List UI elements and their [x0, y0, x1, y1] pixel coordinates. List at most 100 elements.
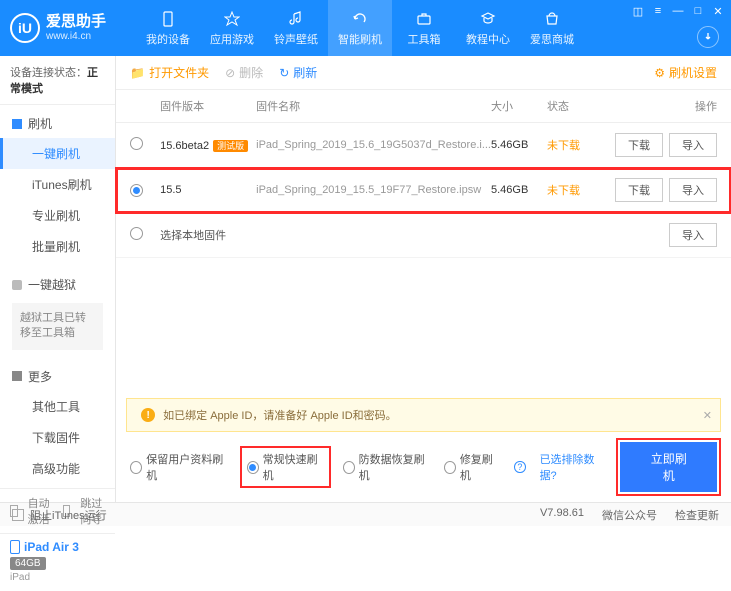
sidebar-item-itunes-flash[interactable]: iTunes刷机 [0, 169, 115, 200]
download-manager-icon[interactable] [697, 26, 719, 48]
nav-label: 教程中心 [466, 31, 510, 47]
nav-label: 智能刷机 [338, 31, 382, 47]
download-button[interactable]: 下载 [615, 178, 663, 202]
opt-normal-fast[interactable]: 常规快速刷机 [242, 448, 329, 486]
sidebar-item-download-firmware[interactable]: 下载固件 [0, 422, 115, 453]
opt-label: 常规快速刷机 [263, 451, 324, 483]
cell-status: 未下载 [547, 182, 597, 198]
cell-local-label: 选择本地固件 [160, 227, 325, 243]
opt-radio[interactable] [343, 461, 355, 474]
th-name: 固件名称 [256, 98, 491, 114]
tb-label: 打开文件夹 [149, 64, 209, 81]
download-button[interactable]: 下载 [615, 133, 663, 157]
local-firmware-row[interactable]: 选择本地固件 导入 [116, 213, 731, 258]
device-icon [10, 540, 20, 554]
conn-prefix: 设备连接状态： [10, 67, 87, 79]
sidebar: 设备连接状态：正常模式 刷机 一键刷机 iTunes刷机 专业刷机 批量刷机 一… [0, 56, 116, 502]
nav-label: 铃声壁纸 [274, 31, 318, 47]
sidebar-item-pro-flash[interactable]: 专业刷机 [0, 200, 115, 231]
th-ops: 操作 [597, 98, 717, 114]
flash-now-button[interactable]: 立即刷机 [620, 442, 717, 492]
sidebar-item-oneclick-flash[interactable]: 一键刷机 [0, 138, 115, 169]
group-label: 一键越狱 [28, 276, 76, 293]
folder-icon: 📁 [130, 66, 145, 80]
sidebar-group-more[interactable]: 更多 [0, 362, 115, 391]
toolbar: 📁 打开文件夹 ⊘删除 ↻ 刷新 ⚙刷机设置 [116, 56, 731, 90]
opt-radio[interactable] [130, 461, 142, 474]
nav-store[interactable]: 爱思商城 [520, 0, 584, 56]
row-radio[interactable] [130, 137, 143, 150]
device-panel[interactable]: iPad Air 3 64GB iPad [0, 533, 115, 591]
titlebar: iU 爱思助手 www.i4.cn 我的设备 应用游戏 铃声壁纸 智能刷机 工具… [0, 0, 731, 56]
opt-radio[interactable] [444, 461, 456, 474]
sidebar-group-jailbreak[interactable]: 一键越狱 [0, 270, 115, 299]
nav-my-device[interactable]: 我的设备 [136, 0, 200, 56]
minimize-icon[interactable]: — [671, 4, 685, 18]
opt-anti-recovery[interactable]: 防数据恢复刷机 [343, 451, 430, 483]
device-storage-badge: 64GB [10, 557, 46, 570]
refresh-icon: ↻ [279, 66, 289, 80]
cell-size: 5.46GB [491, 184, 547, 196]
nav-label: 应用游戏 [210, 31, 254, 47]
tb-label: 删除 [239, 64, 263, 81]
open-folder-button[interactable]: 📁 打开文件夹 [130, 64, 209, 81]
warning-icon: ! [141, 408, 155, 422]
device-type: iPad [10, 572, 105, 583]
firmware-row[interactable]: 15.6beta2测试版 iPad_Spring_2019_15.6_19G50… [116, 123, 731, 168]
nav-flash[interactable]: 智能刷机 [328, 0, 392, 56]
nav-label: 工具箱 [408, 31, 441, 47]
warning-text: 如已绑定 Apple ID，请准备好 Apple ID和密码。 [163, 407, 397, 423]
check-update-link[interactable]: 检查更新 [675, 507, 719, 523]
group-label: 更多 [28, 368, 52, 385]
main-panel: 📁打开文件夹 ⊘删除 ↻刷新 ⚙刷机设置 固件版本 固件名称 大小 状态 操作 … [116, 56, 731, 502]
row-radio[interactable] [130, 227, 143, 240]
delete-button[interactable]: ⊘删除 [225, 64, 263, 81]
brand-logo: iU 爱思助手 www.i4.cn [10, 13, 106, 43]
nav-apps[interactable]: 应用游戏 [200, 0, 264, 56]
refresh-button[interactable]: ↻ 刷新 [279, 64, 317, 81]
cell-name: iPad_Spring_2019_15.5_19F77_Restore.ipsw [256, 184, 491, 196]
close-icon[interactable]: ✕ [711, 4, 725, 18]
opt-keep-data[interactable]: 保留用户资料刷机 [130, 451, 227, 483]
nav-ringtones[interactable]: 铃声壁纸 [264, 0, 328, 56]
cell-size: 5.46GB [491, 139, 547, 151]
flash-settings-button[interactable]: ⚙刷机设置 [654, 64, 717, 81]
cell-version: 15.6beta2 [160, 140, 209, 152]
opt-radio[interactable] [247, 461, 259, 474]
sidebar-group-flash[interactable]: 刷机 [0, 109, 115, 138]
tb-label: 刷新 [293, 64, 317, 81]
jailbreak-moved-note: 越狱工具已转移至工具箱 [12, 303, 103, 350]
import-button[interactable]: 导入 [669, 178, 717, 202]
opt-label: 保留用户资料刷机 [146, 451, 227, 483]
th-size: 大小 [491, 98, 547, 114]
flash-options: 保留用户资料刷机 常规快速刷机 防数据恢复刷机 修复刷机 ? 已选排除数据? 立… [116, 432, 731, 502]
menu-icon[interactable]: ≡ [651, 4, 665, 18]
sidebar-item-other-tools[interactable]: 其他工具 [0, 391, 115, 422]
wechat-link[interactable]: 微信公众号 [602, 507, 657, 523]
import-button[interactable]: 导入 [669, 223, 717, 247]
skin-icon[interactable]: ◫ [631, 4, 645, 18]
warning-close-icon[interactable]: ✕ [703, 409, 712, 422]
tb-label: 刷机设置 [669, 64, 717, 81]
th-version: 固件版本 [160, 98, 256, 114]
device-name: iPad Air 3 [24, 540, 79, 554]
version-label: V7.98.61 [540, 507, 584, 523]
info-icon[interactable]: ? [514, 461, 525, 473]
row-radio[interactable] [130, 184, 143, 197]
opt-repair[interactable]: 修复刷机 [444, 451, 501, 483]
sidebar-item-batch-flash[interactable]: 批量刷机 [0, 231, 115, 262]
connection-status: 设备连接状态：正常模式 [0, 56, 115, 105]
import-button[interactable]: 导入 [669, 133, 717, 157]
firmware-row-selected[interactable]: 15.5 iPad_Spring_2019_15.5_19F77_Restore… [116, 168, 731, 213]
maximize-icon[interactable]: □ [691, 4, 705, 18]
th-status: 状态 [547, 98, 597, 114]
window-controls: ◫ ≡ — □ ✕ [631, 4, 725, 18]
opt-label: 修复刷机 [460, 451, 500, 483]
sidebar-item-advanced[interactable]: 高级功能 [0, 453, 115, 484]
exclude-data-link[interactable]: 已选排除数据? [540, 451, 607, 483]
brand-url: www.i4.cn [46, 31, 106, 42]
nav-toolbox[interactable]: 工具箱 [392, 0, 456, 56]
block-itunes-checkbox[interactable] [12, 509, 24, 521]
brand-title: 爱思助手 [46, 14, 106, 31]
nav-tutorials[interactable]: 教程中心 [456, 0, 520, 56]
